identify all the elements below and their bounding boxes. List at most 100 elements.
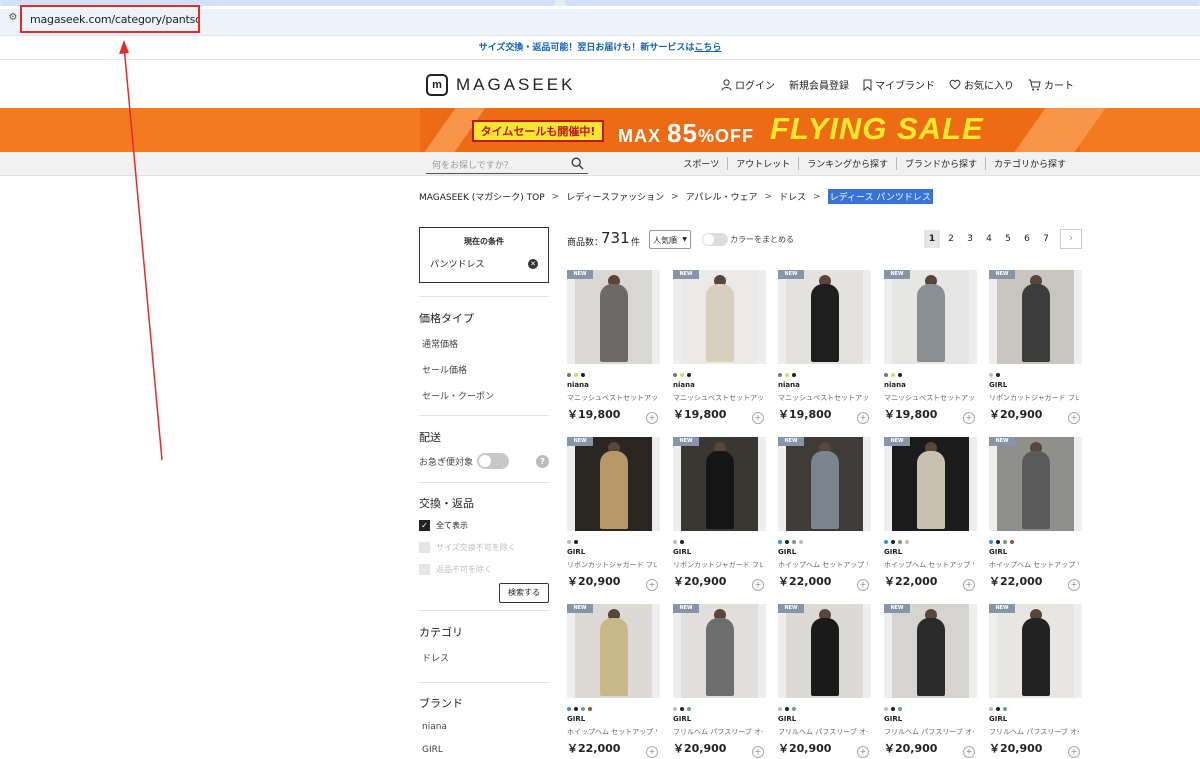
product-brand[interactable]: GIRL <box>884 548 977 556</box>
url-field[interactable]: magaseek.com/category/pantsdress_l <box>20 5 200 33</box>
product-name[interactable]: フリルヘム パフスリーブ オール <box>989 727 1079 737</box>
breadcrumb-item[interactable]: アパレル・ウェア <box>686 190 758 203</box>
price-type-coupon[interactable]: セール・クーポン <box>422 389 549 402</box>
color-swatch[interactable] <box>574 372 578 377</box>
zoom-icon[interactable]: + <box>646 746 658 758</box>
checkbox-checked-icon[interactable]: ✓ <box>419 520 430 531</box>
register-link[interactable]: 新規会員登録 <box>789 77 849 92</box>
color-swatch[interactable] <box>785 372 789 377</box>
color-swatch[interactable] <box>785 706 789 711</box>
product-image[interactable]: NEW <box>778 604 871 698</box>
product-name[interactable]: フリルヘム パフスリーブ オール <box>884 727 974 737</box>
cart-link[interactable]: カート <box>1028 77 1074 92</box>
zoom-icon[interactable]: + <box>963 746 975 758</box>
product-name[interactable]: マニッシュベストセットアップ <box>778 393 868 403</box>
color-swatch[interactable] <box>567 539 571 544</box>
product-name[interactable]: フリルヘム パフスリーブ オール <box>778 727 868 737</box>
product-brand[interactable]: niana <box>778 381 871 389</box>
product-card[interactable]: NEW niana マニッシュベストセットアップ ￥19,800 + <box>673 270 766 424</box>
product-card[interactable]: NEWGIRLフリルヘム パフスリーブ オール￥20,900+ <box>989 604 1082 758</box>
product-image[interactable]: NEW <box>884 270 977 364</box>
product-brand[interactable]: GIRL <box>989 548 1082 556</box>
close-icon[interactable]: ✕ <box>528 258 538 269</box>
product-card[interactable]: NEW niana マニッシュベストセットアップ ￥19,800 + <box>778 270 871 424</box>
product-name[interactable]: リボンカットジャガード フレア <box>567 560 657 570</box>
product-image[interactable]: NEW <box>567 270 660 364</box>
color-swatch[interactable] <box>1003 539 1007 544</box>
color-swatch[interactable] <box>996 706 1000 711</box>
product-brand[interactable]: niana <box>673 381 766 389</box>
product-brand[interactable]: GIRL <box>989 381 1082 389</box>
zoom-icon[interactable]: + <box>857 746 869 758</box>
brand-item-girl[interactable]: GIRL <box>422 745 549 755</box>
product-image[interactable]: NEW <box>778 270 871 364</box>
category-item-dress[interactable]: ドレス <box>422 651 549 664</box>
product-brand[interactable]: niana <box>567 381 660 389</box>
zoom-icon[interactable]: + <box>752 579 764 591</box>
color-swatch[interactable] <box>567 706 571 711</box>
product-card[interactable]: NEW GIRL リボンカットジャガード フレア ￥20,900 + <box>989 270 1082 424</box>
color-swatch[interactable] <box>884 372 888 377</box>
subnav-ranking[interactable]: ランキングから探す <box>798 157 896 170</box>
mybrand-link[interactable]: マイブランド <box>863 77 935 92</box>
color-swatch[interactable] <box>680 539 684 544</box>
color-swatch[interactable] <box>884 706 888 711</box>
product-image[interactable]: NEW <box>989 437 1082 531</box>
zoom-icon[interactable]: + <box>857 579 869 591</box>
product-name[interactable]: ホイップヘム セットアップ ワイド <box>567 727 657 737</box>
color-swatch[interactable] <box>891 706 895 711</box>
favorites-link[interactable]: お気に入り <box>949 77 1014 92</box>
color-swatch[interactable] <box>989 706 993 711</box>
subnav-category[interactable]: カテゴリから探す <box>984 157 1074 170</box>
product-name[interactable]: ホイップヘム セットアップ ワイド <box>884 560 974 570</box>
color-swatch[interactable] <box>792 706 796 711</box>
zoom-icon[interactable]: + <box>963 412 975 424</box>
filter-search-button[interactable]: 検索する <box>499 583 549 603</box>
color-swatch[interactable] <box>792 372 796 377</box>
site-logo[interactable]: m MAGASEEK <box>426 73 575 97</box>
color-swatch[interactable] <box>574 706 578 711</box>
zoom-icon[interactable]: + <box>1068 412 1080 424</box>
product-name[interactable]: ホイップヘム セットアップ ワイド <box>778 560 868 570</box>
exchange-option-return[interactable]: – 返品不可を除く <box>419 564 549 575</box>
product-name[interactable]: マニッシュベストセットアップ <box>673 393 763 403</box>
product-card[interactable]: NEWGIRLフリルヘム パフスリーブ オール￥20,900+ <box>778 604 871 758</box>
product-name[interactable]: フリルヘム パフスリーブ オール <box>673 727 763 737</box>
product-card[interactable]: NEWGIRLフリルヘム パフスリーブ オール￥20,900+ <box>673 604 766 758</box>
product-name[interactable]: リボンカットジャガード フレア <box>989 393 1079 403</box>
color-swatch[interactable] <box>996 539 1000 544</box>
color-swatch[interactable] <box>673 706 677 711</box>
tune-icon[interactable]: ⚙ <box>6 11 20 25</box>
product-brand[interactable]: GIRL <box>567 548 660 556</box>
zoom-icon[interactable]: + <box>1068 746 1080 758</box>
product-brand[interactable]: GIRL <box>778 548 871 556</box>
color-swatch[interactable] <box>778 539 782 544</box>
zoom-icon[interactable]: + <box>752 746 764 758</box>
price-type-regular[interactable]: 通常価格 <box>422 337 549 350</box>
zoom-icon[interactable]: + <box>752 412 764 424</box>
product-brand[interactable]: GIRL <box>567 715 660 723</box>
color-swatch[interactable] <box>905 539 909 544</box>
login-link[interactable]: ログイン <box>721 77 775 92</box>
color-swatch[interactable] <box>574 539 578 544</box>
color-swatch[interactable] <box>673 539 677 544</box>
color-swatch[interactable] <box>1010 539 1014 544</box>
color-swatch[interactable] <box>891 372 895 377</box>
product-card[interactable]: NEW niana マニッシュベストセットアップ ￥19,800 + <box>567 270 660 424</box>
product-card[interactable]: NEWGIRLホイップヘム セットアップ ワイド￥22,000+ <box>884 437 977 591</box>
product-image[interactable]: NEW <box>567 437 660 531</box>
product-card[interactable]: NEW niana マニッシュベストセットアップ ￥19,800 + <box>884 270 977 424</box>
product-brand[interactable]: GIRL <box>778 715 871 723</box>
color-swatch[interactable] <box>898 539 902 544</box>
product-card[interactable]: NEW GIRL リボンカットジャガード フレア ￥20,900 + <box>673 437 766 591</box>
color-swatch[interactable] <box>996 372 1000 377</box>
color-swatch[interactable] <box>673 372 677 377</box>
zoom-icon[interactable]: + <box>857 412 869 424</box>
product-name[interactable]: マニッシュベストセットアップ <box>567 393 657 403</box>
color-swatch[interactable] <box>588 706 592 711</box>
zoom-icon[interactable]: + <box>646 412 658 424</box>
product-brand[interactable]: GIRL <box>673 715 766 723</box>
help-icon[interactable]: ? <box>536 454 549 468</box>
zoom-icon[interactable]: + <box>963 579 975 591</box>
product-image[interactable]: NEW <box>884 604 977 698</box>
